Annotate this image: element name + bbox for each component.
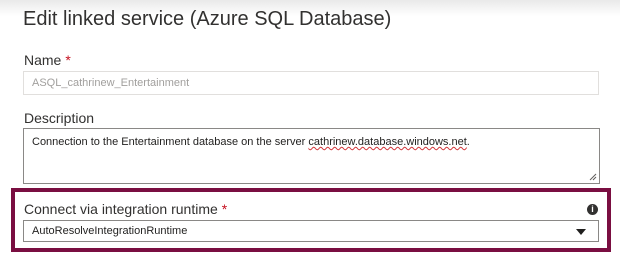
- description-label: Description: [24, 110, 95, 126]
- runtime-label-text: Connect via integration runtime: [24, 201, 218, 217]
- name-label: Name *: [24, 52, 71, 68]
- required-asterisk: *: [221, 201, 228, 217]
- dialog-title: Edit linked service (Azure SQL Database): [23, 8, 392, 30]
- integration-runtime-select[interactable]: AutoResolveIntegrationRuntime: [23, 220, 599, 242]
- description-textarea[interactable]: Connection to the Entertainment database…: [23, 128, 600, 184]
- info-icon[interactable]: i: [587, 204, 598, 215]
- name-input[interactable]: ASQL_cathrinew_Entertainment: [23, 71, 599, 95]
- description-text: Connection to the Entertainment database…: [32, 136, 309, 148]
- resize-handle-icon[interactable]: [589, 173, 597, 181]
- required-asterisk: *: [65, 52, 71, 68]
- description-server-name: cathrinew.database.windows.net: [308, 136, 467, 148]
- runtime-label: Connect via integration runtime *: [24, 201, 227, 217]
- integration-runtime-value: AutoResolveIntegrationRuntime: [32, 225, 188, 237]
- name-label-text: Name: [24, 52, 62, 68]
- description-suffix: .: [466, 136, 470, 148]
- chevron-down-icon: [576, 229, 586, 235]
